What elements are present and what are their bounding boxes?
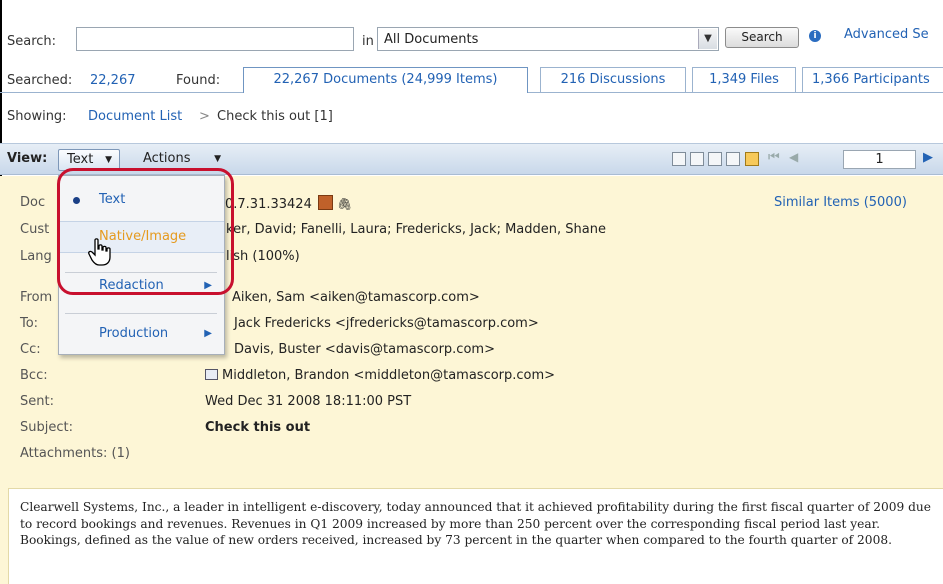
layout-triple-icon[interactable] (708, 152, 722, 166)
custodian-value: ker, David; Fanelli, Laura; Fredericks, … (226, 222, 606, 237)
info-icon[interactable]: i (809, 30, 821, 42)
subject-label: Subject: (20, 420, 73, 435)
chevron-down-icon[interactable]: ▼ (698, 29, 717, 49)
breadcrumb-current: Check this out [1] (217, 109, 333, 124)
attachments-label[interactable]: Attachments: (1) (20, 446, 130, 461)
message-body-text: Clearwell Systems, Inc., a leader in int… (20, 500, 931, 547)
contact-card-icon (205, 369, 218, 380)
advanced-search-link[interactable]: Advanced Se (844, 27, 929, 42)
similar-items-link[interactable]: Similar Items (5000) (774, 195, 907, 210)
from-label: From (20, 290, 53, 305)
search-button[interactable]: Search (725, 27, 799, 48)
to-label: To: (20, 316, 39, 331)
actions-label: Actions (143, 151, 191, 166)
breadcrumb-document-list-link[interactable]: Document List (88, 109, 182, 124)
cc-value: Davis, Buster <davis@tamascorp.com> (234, 342, 495, 357)
tab-documents[interactable]: 22,267 Documents (24,999 Items) (243, 67, 528, 93)
doc-label: Doc (20, 195, 46, 210)
first-page-icon[interactable]: ⏮ (768, 150, 780, 165)
breadcrumb-separator: > (199, 109, 210, 124)
breadcrumb: Showing: Document List > Check this out … (0, 92, 943, 138)
scope-value: All Documents (384, 32, 479, 47)
cc-label: Cc: (20, 342, 41, 357)
search-input[interactable] (76, 27, 354, 51)
tab-discussions[interactable]: 216 Discussions (540, 67, 686, 92)
tab-files[interactable]: 1,349 Files (692, 67, 796, 92)
in-label: in (362, 34, 374, 49)
bcc-label: Bcc: (20, 368, 48, 383)
document-view-icon[interactable] (745, 152, 759, 166)
paperclip-icon: 🖇 (337, 197, 353, 211)
caret-down-icon: ▼ (214, 154, 221, 164)
from-value: Aiken, Sam <aiken@tamascorp.com> (232, 290, 480, 305)
native-file-icon[interactable] (317, 195, 333, 210)
tab-participants[interactable]: 1,366 Participants (802, 67, 943, 92)
layout-list-icon[interactable] (726, 152, 740, 166)
searched-count-link[interactable]: 22,267 (90, 73, 136, 88)
scope-select[interactable]: All Documents ▼ (377, 27, 719, 51)
menu-item-production-label: Production (99, 326, 169, 341)
sent-value: Wed Dec 31 2008 18:11:00 PST (205, 394, 412, 409)
subject-value: Check this out (205, 420, 311, 435)
results-tabs-row: Searched: 22,267 Found: 22,267 Documents… (0, 60, 943, 93)
message-body: Clearwell Systems, Inc., a leader in int… (8, 488, 943, 584)
doc-id: 0.7.31.33424 🖇 (225, 195, 352, 212)
to-value: Jack Fredericks <jfredericks@tamascorp.c… (234, 316, 539, 331)
custodian-label: Cust (20, 222, 50, 237)
menu-divider (65, 313, 217, 314)
next-page-icon[interactable]: ▶ (923, 150, 933, 165)
sent-label: Sent: (20, 394, 54, 409)
search-row: Search: in All Documents ▼ Search i Adva… (0, 0, 943, 58)
submenu-arrow-icon: ▶ (204, 328, 212, 339)
prev-page-icon[interactable]: ◀ (789, 150, 798, 164)
view-label: View: (7, 151, 48, 166)
language-label: Lang (20, 249, 52, 264)
bcc-text: Middleton, Brandon <middleton@tamascorp.… (222, 368, 556, 383)
caret-down-icon: ▼ (105, 155, 112, 165)
view-dropdown-value: Text (67, 152, 94, 167)
search-label: Search: (7, 34, 57, 49)
doc-id-text: 0.7.31.33424 (225, 197, 312, 212)
searched-label: Searched: (7, 73, 73, 88)
menu-item-production[interactable]: Production ▶ (59, 319, 224, 349)
hand-cursor-icon (88, 238, 111, 266)
layout-double-icon[interactable] (690, 152, 704, 166)
language-value: lish (100%) (226, 249, 300, 264)
bcc-value: Middleton, Brandon <middleton@tamascorp.… (205, 368, 555, 383)
found-label: Found: (176, 73, 221, 88)
page-number-input[interactable]: 1 (843, 150, 916, 169)
layout-single-icon[interactable] (672, 152, 686, 166)
annotation-highlight (57, 168, 234, 295)
showing-label: Showing: (7, 109, 67, 124)
